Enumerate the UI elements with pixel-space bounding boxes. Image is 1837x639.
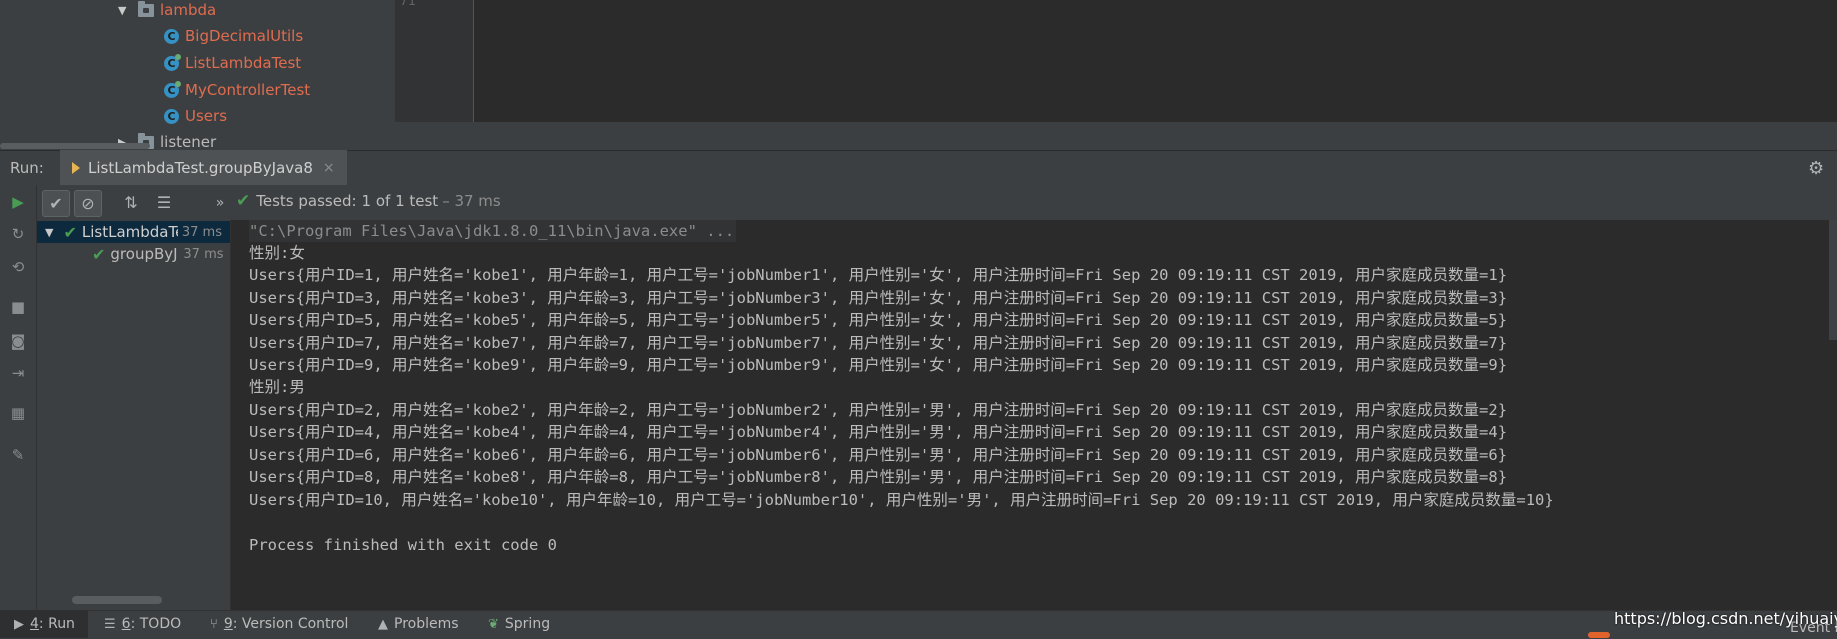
tool-button-problems[interactable]: ▲ Problems bbox=[378, 614, 459, 634]
sort-by-duration-icon[interactable]: ☰ bbox=[151, 190, 177, 215]
tree-item-label: listener bbox=[160, 133, 217, 151]
editor-bottom-strip bbox=[395, 122, 1837, 150]
console-line: Users{用户ID=1, 用户姓名='kobe1', 用户年龄=1, 用户工号… bbox=[249, 266, 1508, 284]
tool-button-key: 6 bbox=[121, 616, 131, 632]
test-class-icon: C bbox=[164, 53, 181, 71]
tree-item-label: ListLambdaTest bbox=[185, 54, 302, 72]
tool-button-label: : Version Control bbox=[232, 616, 349, 632]
tool-button-label: Problems bbox=[394, 616, 459, 632]
line-number: 71 bbox=[400, 0, 416, 9]
test-results-tree bbox=[37, 220, 231, 610]
gear-icon[interactable]: ⚙ bbox=[1808, 158, 1824, 179]
test-duration: 37 ms bbox=[181, 224, 222, 240]
console-line: Users{用户ID=6, 用户姓名='kobe6', 用户年龄=6, 用户工号… bbox=[249, 446, 1508, 464]
tool-button-todo[interactable]: ☰ 6 : TODO bbox=[104, 614, 181, 634]
sort-alphabetically-icon[interactable]: ⇅ bbox=[118, 190, 144, 215]
test-name: ListLambdaTest bbox=[81, 223, 178, 241]
run-side-toolbar bbox=[0, 185, 37, 610]
stop-icon[interactable]: ■ bbox=[9, 298, 27, 316]
test-status-label: Tests passed: bbox=[256, 192, 357, 210]
watermark-text: https://blog.csdn.net/yihuaiyan bbox=[1614, 609, 1837, 628]
horizontal-scrollbar[interactable] bbox=[0, 143, 150, 149]
tree-item-users[interactable]: C Users bbox=[164, 105, 227, 127]
layout-icon[interactable]: ▦ bbox=[9, 404, 27, 422]
test-status-time: – 37 ms bbox=[442, 192, 501, 210]
test-tree-row-suite[interactable]: ▼ ✔ ListLambdaTest 37 ms bbox=[45, 221, 229, 243]
tool-button-key: 9 bbox=[223, 616, 233, 632]
show-passed-toggle-icon[interactable]: ✔ bbox=[42, 190, 70, 217]
tool-button-version-control[interactable]: ⑂ 9 : Version Control bbox=[210, 614, 348, 634]
console-line: Users{用户ID=2, 用户姓名='kobe2', 用户年龄=2, 用户工号… bbox=[249, 401, 1508, 419]
passed-check-icon: ✔ bbox=[92, 244, 106, 264]
class-icon: C bbox=[164, 108, 179, 124]
tool-button-spring[interactable]: ❦ Spring bbox=[488, 614, 550, 634]
console-line: Users{用户ID=8, 用户姓名='kobe8', 用户年龄=8, 用户工号… bbox=[249, 468, 1508, 486]
class-icon: C bbox=[164, 28, 179, 44]
console-line: Users{用户ID=3, 用户姓名='kobe3', 用户年龄=3, 用户工号… bbox=[249, 289, 1508, 307]
test-tree-row-method[interactable]: ✔ groupByJava8 37 ms bbox=[92, 243, 229, 265]
console-exit-line: Process finished with exit code 0 bbox=[249, 536, 557, 554]
camera-icon[interactable]: ◙ bbox=[9, 332, 27, 350]
rerun-icon[interactable]: ▶ bbox=[9, 193, 27, 211]
branch-icon: ⑂ bbox=[210, 616, 218, 632]
rerun-failed-icon[interactable]: ↻ bbox=[9, 225, 27, 243]
warning-icon: ▲ bbox=[378, 616, 388, 632]
leaf-icon: ❦ bbox=[488, 616, 499, 632]
tool-button-label: Spring bbox=[504, 616, 551, 632]
tool-button-key: 4 bbox=[30, 616, 39, 632]
tree-item-label: BigDecimalUtils bbox=[185, 27, 304, 45]
tree-item-label: Users bbox=[185, 107, 228, 125]
vertical-scrollbar[interactable] bbox=[1829, 220, 1837, 340]
tree-item-label: MyControllerTest bbox=[185, 81, 311, 99]
tool-button-run[interactable]: ▶ 4 : Run bbox=[14, 614, 75, 634]
test-class-icon: C bbox=[164, 80, 181, 98]
more-options-icon[interactable]: » bbox=[207, 190, 233, 215]
toggle-auto-test-icon[interactable]: ⟲ bbox=[9, 258, 27, 276]
console-line: Users{用户ID=4, 用户姓名='kobe4', 用户年龄=4, 用户工号… bbox=[249, 423, 1508, 441]
close-icon[interactable]: × bbox=[323, 160, 335, 176]
editor-gutter bbox=[395, 0, 474, 122]
tree-item-bigdecimalutils[interactable]: C BigDecimalUtils bbox=[164, 25, 303, 47]
run-tab[interactable]: ListLambdaTest.groupByJava8 × bbox=[60, 150, 347, 185]
chevron-down-icon[interactable]: ▼ bbox=[118, 4, 128, 17]
console-line: Users{用户ID=9, 用户姓名='kobe9', 用户年龄=9, 用户工号… bbox=[249, 356, 1508, 374]
package-folder-icon bbox=[138, 0, 154, 17]
tool-button-label: : TODO bbox=[130, 616, 182, 632]
tree-item-label: lambda bbox=[160, 1, 217, 19]
console-line: 性别:男 bbox=[249, 378, 305, 396]
run-config-icon bbox=[72, 161, 80, 174]
console-line: 性别:女 bbox=[249, 244, 305, 262]
play-icon: ▶ bbox=[14, 616, 24, 632]
passed-check-icon: ✔ bbox=[236, 191, 251, 211]
tool-button-label: : Run bbox=[38, 616, 75, 632]
code-editor[interactable] bbox=[395, 0, 1837, 122]
test-status-count: 1 of 1 test bbox=[361, 192, 439, 210]
console-command-line[interactable]: "C:\Program Files\Java\jdk1.8.0_11\bin\j… bbox=[249, 220, 737, 242]
tree-folder-lambda[interactable]: ▼ lambda bbox=[118, 0, 216, 21]
console-line: Users{用户ID=7, 用户姓名='kobe7', 用户年龄=7, 用户工号… bbox=[249, 334, 1508, 352]
pin-icon[interactable]: ✎ bbox=[9, 446, 27, 464]
import-tests-icon[interactable]: ⇥ bbox=[9, 364, 27, 382]
test-name: groupByJava8 bbox=[110, 245, 178, 263]
console-line: Users{用户ID=5, 用户姓名='kobe5', 用户年龄=5, 用户工号… bbox=[249, 311, 1508, 329]
run-tab-title: ListLambdaTest.groupByJava8 bbox=[88, 158, 313, 177]
tree-item-listlambdatest[interactable]: C ListLambdaTest bbox=[164, 52, 301, 74]
passed-check-icon: ✔ bbox=[63, 222, 77, 242]
test-status: ✔ Tests passed: 1 of 1 test – 37 ms bbox=[236, 191, 501, 211]
horizontal-scrollbar[interactable] bbox=[72, 596, 162, 604]
run-panel-label: Run: bbox=[10, 159, 44, 177]
console-line: Users{用户ID=10, 用户姓名='kobe10', 用户年龄=10, 用… bbox=[249, 491, 1554, 509]
tree-item-mycontrollertest[interactable]: C MyControllerTest bbox=[164, 79, 310, 101]
chevron-down-icon[interactable]: ▼ bbox=[45, 226, 53, 239]
project-tree bbox=[0, 0, 395, 150]
watermark-logo bbox=[1588, 632, 1610, 638]
test-duration: 37 ms bbox=[183, 246, 224, 262]
list-icon: ☰ bbox=[104, 616, 116, 632]
show-ignored-toggle-icon[interactable]: ⊘ bbox=[74, 190, 102, 217]
